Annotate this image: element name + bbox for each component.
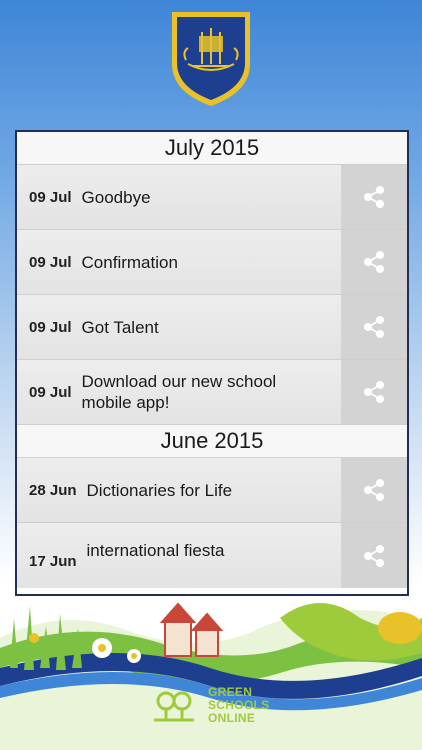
month-header: July 2015 xyxy=(17,132,407,165)
share-icon xyxy=(364,544,384,567)
news-title: Dictionaries for Life xyxy=(86,480,233,500)
news-title: Download our new school mobile app! xyxy=(81,372,277,412)
news-date: 09 Jul xyxy=(29,188,72,206)
share-button[interactable] xyxy=(341,295,407,359)
news-date: 28 Jun xyxy=(29,481,77,499)
share-icon xyxy=(364,316,384,338)
brand-line: ONLINE xyxy=(208,711,256,725)
share-icon xyxy=(364,479,384,501)
share-button[interactable] xyxy=(341,230,407,294)
news-title: international fiesta xyxy=(86,541,225,560)
share-button[interactable] xyxy=(341,523,407,588)
news-item[interactable]: 28 Jun Dictionaries for Life xyxy=(17,458,407,523)
news-list-panel: July 2015 09 Jul Goodbye 09 Jul Confirma… xyxy=(15,130,409,596)
share-icon xyxy=(364,381,384,403)
share-button[interactable] xyxy=(341,360,407,424)
brand-text: GREEN SCHOOLS ONLINE xyxy=(208,686,269,725)
news-date: 17 Jun xyxy=(29,553,77,570)
news-item[interactable]: 09 Jul Got Talent xyxy=(17,295,407,360)
news-item-main[interactable]: 09 Jul Got Talent xyxy=(17,295,341,359)
month-header: June 2015 xyxy=(17,425,407,458)
news-item-main[interactable]: 09 Jul Goodbye xyxy=(17,165,341,229)
share-icon xyxy=(364,186,384,208)
green-schools-brand: GREEN SCHOOLS ONLINE xyxy=(150,686,269,725)
news-item[interactable]: 09 Jul Goodbye xyxy=(17,165,407,230)
news-title: Confirmation xyxy=(81,252,178,272)
news-title: Goodbye xyxy=(81,187,151,207)
news-date: 09 Jul xyxy=(29,318,72,336)
news-item[interactable]: 17 Jun international fiesta xyxy=(17,523,407,588)
share-icon xyxy=(364,251,384,273)
news-item-main[interactable]: 09 Jul Download our new school mobile ap… xyxy=(17,360,341,424)
news-item[interactable]: 09 Jul Confirmation xyxy=(17,230,407,295)
school-crest-icon xyxy=(172,12,250,106)
news-date: 09 Jul xyxy=(29,253,72,271)
news-item-main[interactable]: 28 Jun Dictionaries for Life xyxy=(17,458,341,522)
news-item[interactable]: 09 Jul Download our new school mobile ap… xyxy=(17,360,407,425)
footer-landscape-illustration xyxy=(0,602,422,750)
share-button[interactable] xyxy=(341,165,407,229)
news-title: Got Talent xyxy=(81,317,159,337)
news-date: 09 Jul xyxy=(29,383,72,401)
green-schools-logo-icon xyxy=(154,691,194,721)
share-button[interactable] xyxy=(341,458,407,522)
news-item-main[interactable]: 17 Jun international fiesta xyxy=(17,523,341,588)
news-item-main[interactable]: 09 Jul Confirmation xyxy=(17,230,341,294)
